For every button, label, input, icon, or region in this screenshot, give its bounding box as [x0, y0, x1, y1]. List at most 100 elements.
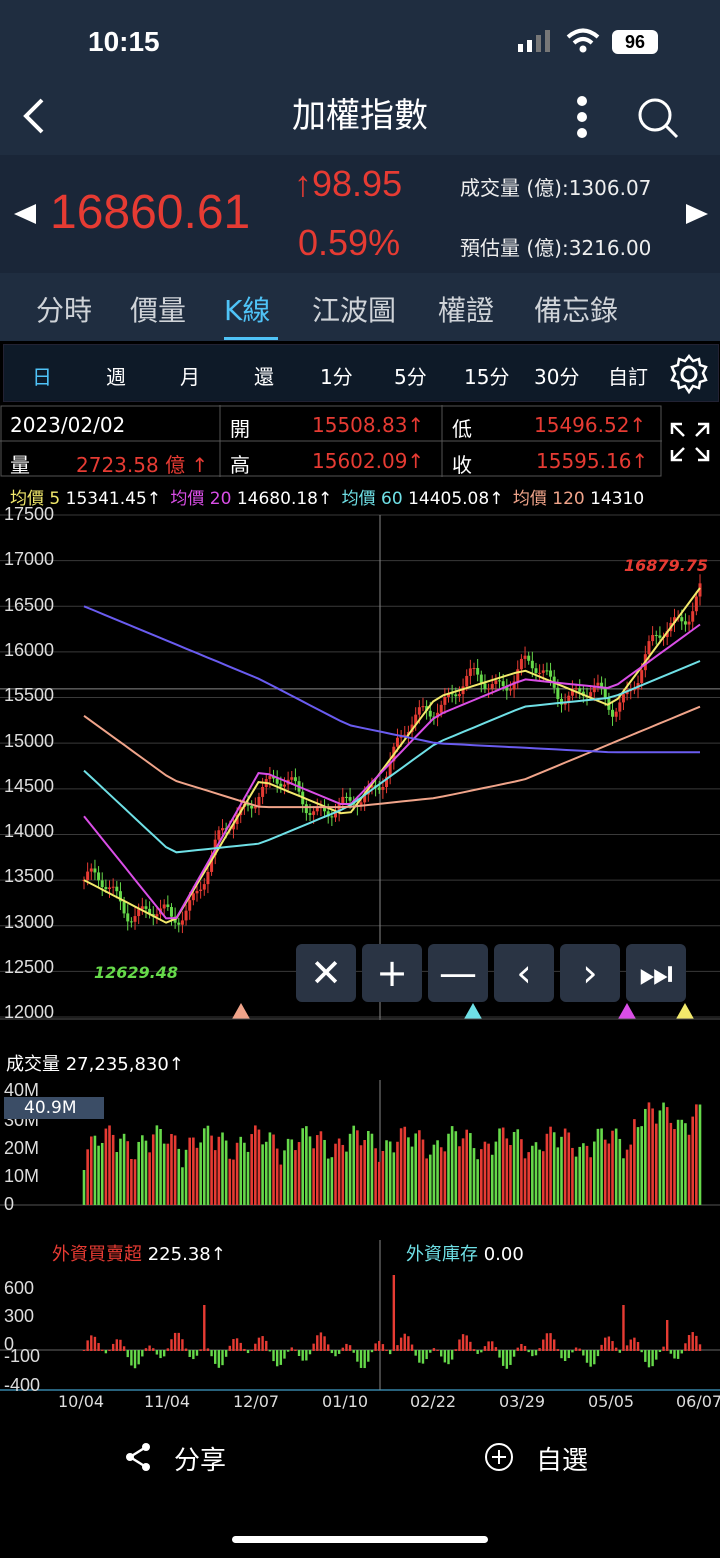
period-day[interactable]: 日 [32, 361, 52, 390]
x-axis: 10/04 11/04 12/07 01/10 02/22 03/29 05/0… [0, 1392, 720, 1412]
y-label-17000: 17000 [4, 549, 55, 569]
period-30min[interactable]: 30分 [534, 361, 579, 390]
fullscreen-icon[interactable] [668, 420, 712, 468]
foreign-bar [148, 1345, 151, 1351]
candle-body [519, 658, 523, 670]
foreign-bar [593, 1350, 596, 1365]
search-icon[interactable] [636, 96, 680, 144]
foreign-bar [283, 1350, 286, 1359]
period-15min[interactable]: 15分 [464, 361, 509, 390]
foreign-bar [447, 1350, 450, 1365]
foreign-bar [286, 1350, 290, 1352]
gear-icon[interactable] [668, 353, 710, 399]
zoom-in-button[interactable]: + [362, 944, 422, 1002]
share-button[interactable]: 分享 [124, 1440, 226, 1477]
next-arrow-icon[interactable] [684, 202, 710, 230]
status-time: 10:15 [88, 26, 160, 57]
volume-bar [221, 1132, 224, 1205]
foreign-bar [483, 1346, 487, 1351]
foreign-bar [235, 1338, 239, 1351]
close-button[interactable]: ✕ [296, 944, 356, 1002]
volume-bar [155, 1125, 159, 1205]
candle-body [530, 660, 534, 669]
period-month[interactable]: 月 [180, 361, 200, 390]
tab-bar: 分時 價量 K線 江波圖 權證 備忘錄 [0, 273, 720, 341]
low-marker: 12629.48 [94, 963, 179, 982]
period-5min[interactable]: 5分 [394, 361, 427, 390]
period-1min[interactable]: 1分 [320, 361, 353, 390]
foreign-bar [243, 1348, 246, 1351]
foreign-bar [90, 1335, 93, 1351]
f-label-neg100: -100 [4, 1346, 41, 1366]
foreign-bar [407, 1336, 410, 1351]
x-label-1004: 10/04 [58, 1392, 105, 1411]
volume-bar [651, 1108, 654, 1205]
foreign-bar [611, 1341, 614, 1351]
volume-bar [625, 1149, 629, 1205]
watchlist-button[interactable]: 自選 [484, 1440, 588, 1477]
foreign-bar [101, 1349, 104, 1351]
foreign-bar [476, 1350, 479, 1354]
candle-body [381, 787, 385, 790]
tab-memo[interactable]: 備忘錄 [534, 289, 618, 329]
volume-bar [454, 1131, 458, 1205]
volume-bar [97, 1145, 100, 1205]
volume-bar [341, 1144, 345, 1205]
foreign-bar [403, 1333, 406, 1351]
tab-warrant[interactable]: 權證 [438, 289, 494, 329]
candle-body [468, 668, 472, 676]
candle-body [188, 900, 192, 911]
foreign-bar [469, 1341, 472, 1351]
foreign-value: 225.38↑ [147, 1244, 226, 1265]
scroll-right-button[interactable]: › [560, 944, 620, 1002]
jump-latest-button[interactable]: ⏭ [626, 944, 686, 1002]
volume-bar [195, 1147, 199, 1205]
candle-body [487, 688, 491, 690]
volume-bar [611, 1130, 614, 1205]
volume-bar [202, 1128, 206, 1205]
foreign-bar [698, 1344, 702, 1351]
period-custom[interactable]: 自訂 [608, 361, 648, 390]
volume-value-text: 27,235,830↑ [65, 1054, 184, 1075]
foreign-bar [374, 1343, 377, 1351]
volume-bar [239, 1136, 243, 1205]
foreign-bar [563, 1350, 567, 1362]
info-open: 15508.83↑ [312, 413, 425, 437]
foreign-bar [578, 1348, 581, 1351]
candle-body [534, 668, 538, 673]
tab-wave[interactable]: 江波圖 [312, 289, 396, 329]
volume-bar [100, 1142, 104, 1205]
volume-bar [538, 1149, 541, 1205]
tab-time[interactable]: 分時 [36, 289, 92, 329]
foreign-inv-label: 外資庫存 [406, 1244, 478, 1265]
candle-body [395, 737, 399, 747]
period-week[interactable]: 週 [106, 361, 126, 390]
volume-bar [381, 1150, 385, 1205]
foreign-bar [279, 1350, 283, 1365]
volume-bar [268, 1132, 272, 1205]
more-icon[interactable] [575, 96, 589, 142]
volume-bar [662, 1102, 665, 1205]
foreign-bar [498, 1350, 501, 1358]
volume-bar [188, 1137, 192, 1205]
volume-bar [571, 1147, 574, 1205]
foreign-bar [614, 1347, 618, 1351]
volume-bar [695, 1104, 698, 1205]
foreign-bar [691, 1332, 694, 1351]
foreign-bar [633, 1337, 636, 1351]
scroll-left-button[interactable]: ‹ [494, 944, 554, 1002]
volume-bar [629, 1144, 633, 1205]
period-adjusted[interactable]: 還 [254, 361, 274, 390]
tab-kline[interactable]: K線 [224, 289, 270, 329]
foreign-bar [655, 1350, 658, 1360]
zoom-out-button[interactable]: — [428, 944, 488, 1002]
volume-bar [439, 1147, 443, 1205]
volume-bar [428, 1154, 432, 1205]
prev-arrow-icon[interactable] [12, 202, 38, 230]
candle-body [100, 880, 104, 888]
volume-bar [257, 1129, 261, 1205]
foreign-bar [680, 1350, 683, 1354]
tab-price-volume[interactable]: 價量 [130, 289, 186, 329]
candle-body [308, 813, 312, 815]
volume-bar [461, 1138, 465, 1205]
